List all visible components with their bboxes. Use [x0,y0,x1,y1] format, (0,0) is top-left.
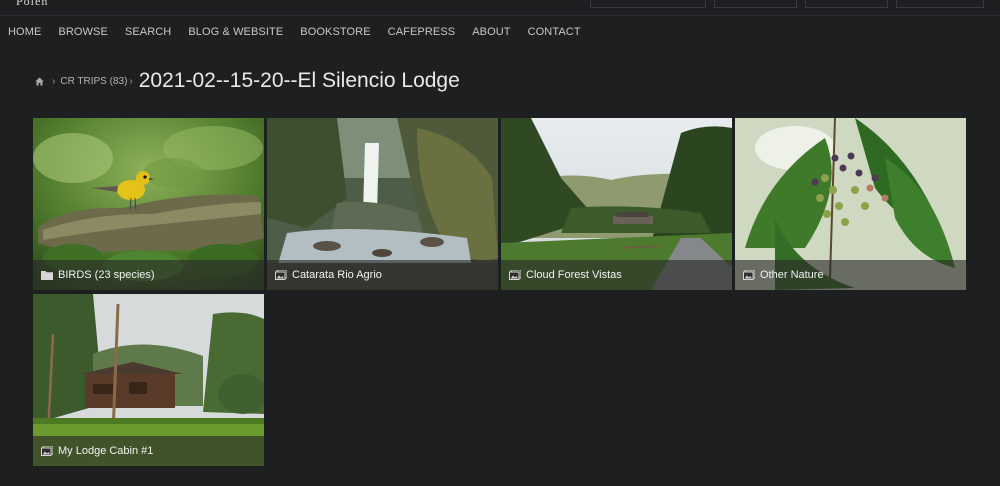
tile-label: My Lodge Cabin #1 [58,445,154,457]
top-control-3[interactable] [805,0,888,8]
tile-caption: Cloud Forest Vistas [501,260,732,290]
nav-contact[interactable]: CONTACT [528,26,581,38]
gallery-tile-other-nature[interactable]: Other Nature [735,118,966,290]
main-nav: HOME BROWSE SEARCH BLOG & WEBSITE BOOKST… [0,22,598,42]
top-control-1[interactable] [590,0,706,8]
chevron-right-icon: › [52,75,56,87]
nav-home[interactable]: HOME [8,26,41,38]
nav-search[interactable]: SEARCH [125,26,171,38]
gallery-icon [509,270,521,280]
tile-label: Other Nature [760,269,824,281]
breadcrumb: › CR TRIPS (83) › 2021-02--15-20--El Sil… [35,68,460,94]
nav-browse[interactable]: BROWSE [58,26,108,38]
chevron-right-icon: › [129,75,133,87]
folder-icon [41,271,53,280]
gallery-tile-my-lodge-cabin[interactable]: My Lodge Cabin #1 [33,294,264,466]
top-control-2[interactable] [714,0,797,8]
gallery-icon [41,446,53,456]
breadcrumb-parent-link[interactable]: CR TRIPS (83) [60,76,127,87]
tile-label: Catarata Rio Agrio [292,269,382,281]
tile-caption: Other Nature [735,260,966,290]
nav-cafepress[interactable]: CAFEPRESS [388,26,456,38]
top-strip: Polen [0,0,1000,16]
gallery-tile-catarata-rio-agrio[interactable]: Catarata Rio Agrio [267,118,498,290]
nav-bookstore[interactable]: BOOKSTORE [300,26,370,38]
gallery-tile-cloud-forest-vistas[interactable]: Cloud Forest Vistas [501,118,732,290]
gallery-icon [275,270,287,280]
nav-about[interactable]: ABOUT [472,26,510,38]
gallery-icon [743,270,755,280]
top-control-4[interactable] [896,0,984,8]
tile-caption: My Lodge Cabin #1 [33,436,264,466]
site-logo[interactable]: Polen [16,0,48,9]
tile-caption: Catarata Rio Agrio [267,260,498,290]
tile-label: Cloud Forest Vistas [526,269,622,281]
nav-blog-website[interactable]: BLOG & WEBSITE [188,26,283,38]
tile-label: BIRDS (23 species) [58,269,155,281]
gallery-tile-birds[interactable]: BIRDS (23 species) [33,118,264,290]
page-title: 2021-02--15-20--El Silencio Lodge [138,69,460,92]
tile-caption: BIRDS (23 species) [33,260,264,290]
home-icon[interactable] [35,76,44,86]
